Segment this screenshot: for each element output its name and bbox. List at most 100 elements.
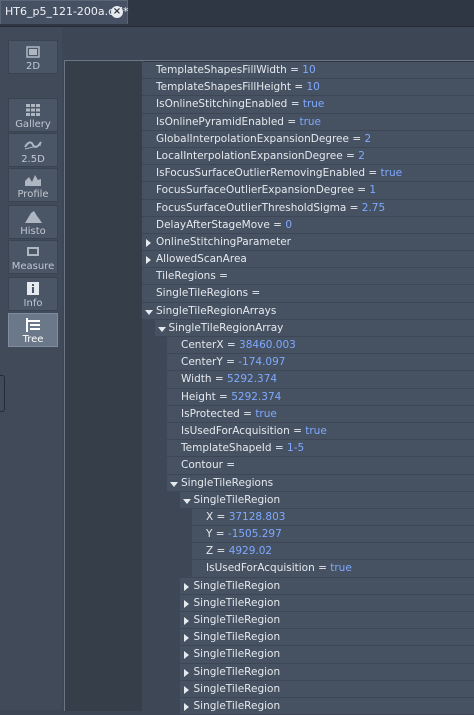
collapsed-triangle-icon[interactable] bbox=[146, 239, 151, 247]
sidebar-item-info[interactable]: Info bbox=[8, 277, 58, 311]
tree-row[interactable]: Z = 4929.02 bbox=[142, 543, 474, 560]
tree-indent bbox=[155, 698, 168, 715]
tree-row[interactable]: AllowedScanArea bbox=[142, 251, 474, 268]
tree-indent bbox=[142, 423, 155, 440]
tree-indent bbox=[180, 560, 193, 577]
tree-row[interactable]: TemplateShapesFillHeight = 10 bbox=[142, 79, 474, 96]
tree-row[interactable]: SingleTileRegion bbox=[142, 698, 474, 715]
metadata-tree-panel: TemplateShapesFillWidth = 10TemplateShap… bbox=[64, 60, 474, 711]
collapsed-triangle-icon[interactable] bbox=[184, 617, 189, 625]
tree-indent bbox=[180, 526, 193, 543]
sidebar-item-histo[interactable]: Histo bbox=[8, 205, 58, 239]
tree-node-value: 0 bbox=[285, 219, 292, 231]
tree-row[interactable]: OnlineStitchingParameter bbox=[142, 234, 474, 251]
tree-row[interactable]: SingleTileRegion bbox=[142, 664, 474, 681]
tree-row[interactable]: FocusSurfaceOutlierExpansionDegree = 1 bbox=[142, 182, 474, 199]
collapsed-triangle-icon[interactable] bbox=[184, 686, 189, 694]
tree-node-text: SingleTileRegions = bbox=[156, 285, 260, 302]
sidebar-item-25d[interactable]: 2.5D bbox=[8, 133, 58, 167]
expanded-triangle-icon[interactable] bbox=[158, 327, 166, 332]
tree-row[interactable]: TileRegions = bbox=[142, 268, 474, 285]
tree-indent bbox=[155, 509, 168, 526]
tree-node-key: FocusSurfaceOutlierThresholdSigma bbox=[156, 202, 346, 214]
equals-sign: = bbox=[272, 442, 287, 454]
sidebar-item-measure[interactable]: Measure bbox=[8, 240, 58, 274]
sidebar-item-label: Measure bbox=[9, 261, 57, 273]
tree-row[interactable]: Y = -1505.297 bbox=[142, 526, 474, 543]
tree-indent bbox=[167, 509, 180, 526]
tree-indent bbox=[155, 578, 168, 595]
sidebar-item-profile[interactable]: Profile bbox=[8, 168, 58, 202]
panel-edge-handle[interactable] bbox=[0, 375, 5, 412]
sidebar-item-gallery[interactable]: Gallery bbox=[8, 98, 58, 132]
tree-node-text: GlobalInterpolationExpansionDegree = 2 bbox=[156, 131, 371, 148]
tree-row[interactable]: SingleTileRegions = bbox=[142, 285, 474, 302]
equals-sign: = bbox=[365, 167, 380, 179]
tree-node-key: SingleTileRegion bbox=[194, 700, 281, 712]
tree-indent bbox=[142, 681, 155, 698]
tree-indent bbox=[155, 371, 168, 388]
tree-row[interactable]: SingleTileRegionArrays bbox=[142, 303, 474, 320]
tree-row[interactable]: GlobalInterpolationExpansionDegree = 2 bbox=[142, 131, 474, 148]
collapsed-triangle-icon[interactable] bbox=[184, 583, 189, 591]
tree-row[interactable]: TemplateShapeId = 1-5 bbox=[142, 440, 474, 457]
surface-icon bbox=[22, 136, 44, 154]
tree-row[interactable]: IsFocusSurfaceOutlierRemovingEnabled = t… bbox=[142, 165, 474, 182]
tree-row[interactable]: SingleTileRegion bbox=[142, 646, 474, 663]
tree-row[interactable]: IsUsedForAcquisition = true bbox=[142, 560, 474, 577]
tree-node-key: SingleTileRegionArrays bbox=[156, 305, 276, 317]
tree-node-value: -174.097 bbox=[238, 356, 285, 368]
expanded-triangle-icon[interactable] bbox=[145, 310, 153, 315]
collapsed-triangle-icon[interactable] bbox=[146, 256, 151, 264]
tree-row[interactable]: SingleTileRegionArray bbox=[142, 320, 474, 337]
tree-node-text: SingleTileRegion bbox=[194, 578, 281, 595]
tree-node-key: SingleTileRegion bbox=[194, 648, 281, 660]
tree-indent bbox=[167, 664, 180, 681]
tree-node-key: Contour bbox=[181, 459, 223, 471]
tree-indent bbox=[142, 578, 155, 595]
tree-row[interactable]: SingleTileRegion bbox=[142, 492, 474, 509]
tree-row[interactable]: DelayAfterStageMove = 0 bbox=[142, 217, 474, 234]
tree-row[interactable]: IsProtected = true bbox=[142, 406, 474, 423]
close-icon[interactable]: × bbox=[111, 6, 123, 18]
tree-row[interactable]: IsOnlineStitchingEnabled = true bbox=[142, 96, 474, 113]
tree-indent bbox=[167, 560, 180, 577]
sidebar-item-tree[interactable]: Tree bbox=[8, 313, 58, 347]
tree-row[interactable]: CenterY = -174.097 bbox=[142, 354, 474, 371]
tree-row[interactable]: SingleTileRegion bbox=[142, 612, 474, 629]
collapsed-triangle-icon[interactable] bbox=[184, 651, 189, 659]
tree-row[interactable]: TemplateShapesFillWidth = 10 bbox=[142, 62, 474, 79]
expanded-triangle-icon[interactable] bbox=[183, 499, 191, 504]
tree-row[interactable]: IsOnlinePyramidEnabled = true bbox=[142, 114, 474, 131]
tree-indent bbox=[142, 595, 155, 612]
tree-row[interactable]: CenterX = 38460.003 bbox=[142, 337, 474, 354]
document-tab[interactable]: HT6_p5_121-200a.czi* × bbox=[0, 0, 128, 24]
tree-row[interactable]: Contour = bbox=[142, 457, 474, 474]
tree-row[interactable]: SingleTileRegion bbox=[142, 578, 474, 595]
collapsed-triangle-icon[interactable] bbox=[184, 634, 189, 642]
tree-indent bbox=[155, 612, 168, 629]
tree-row[interactable]: SingleTileRegion bbox=[142, 629, 474, 646]
tree-indent bbox=[142, 475, 155, 492]
tree-row[interactable]: Height = 5292.374 bbox=[142, 389, 474, 406]
sidebar-item-2d[interactable]: 2D bbox=[8, 40, 58, 74]
tree-node-key: OnlineStitchingParameter bbox=[156, 236, 291, 248]
collapsed-triangle-icon[interactable] bbox=[184, 669, 189, 677]
tree-node-key: IsUsedForAcquisition bbox=[206, 562, 315, 574]
tree-row[interactable]: FocusSurfaceOutlierThresholdSigma = 2.75 bbox=[142, 200, 474, 217]
tree-row[interactable]: X = 37128.803 bbox=[142, 509, 474, 526]
tree-indent bbox=[142, 526, 155, 543]
tree-indent bbox=[142, 389, 155, 406]
expanded-triangle-icon[interactable] bbox=[170, 482, 178, 487]
tree-row[interactable]: SingleTileRegions bbox=[142, 475, 474, 492]
tree-row[interactable]: SingleTileRegion bbox=[142, 681, 474, 698]
collapsed-triangle-icon[interactable] bbox=[184, 600, 189, 608]
tree-node-key: TileRegions bbox=[156, 270, 216, 282]
tree-row[interactable]: SingleTileRegion bbox=[142, 595, 474, 612]
tree-row[interactable]: Width = 5292.374 bbox=[142, 371, 474, 388]
tree-indent bbox=[155, 664, 168, 681]
tree-indent bbox=[142, 371, 155, 388]
tree-row[interactable]: LocalInterpolationExpansionDegree = 2 bbox=[142, 148, 474, 165]
tree-indent bbox=[155, 681, 168, 698]
tree-row[interactable]: IsUsedForAcquisition = true bbox=[142, 423, 474, 440]
